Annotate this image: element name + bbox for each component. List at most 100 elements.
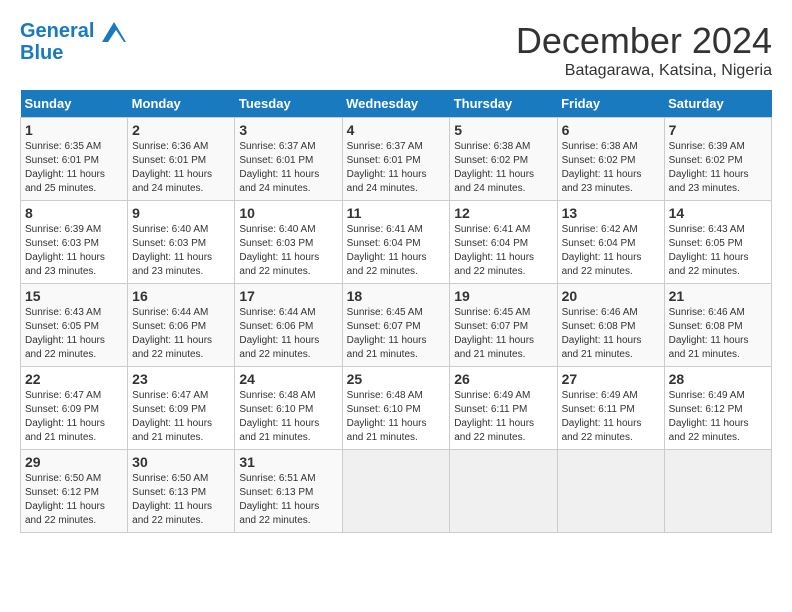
day-info: Sunrise: 6:35 AM Sunset: 6:01 PM Dayligh…: [25, 140, 123, 196]
day-number: 2: [132, 122, 230, 138]
calendar-day-29: 29Sunrise: 6:50 AM Sunset: 6:12 PM Dayli…: [21, 450, 128, 533]
day-info: Sunrise: 6:48 AM Sunset: 6:10 PM Dayligh…: [347, 389, 446, 445]
day-info: Sunrise: 6:46 AM Sunset: 6:08 PM Dayligh…: [562, 306, 660, 362]
day-info: Sunrise: 6:43 AM Sunset: 6:05 PM Dayligh…: [669, 223, 767, 279]
day-number: 6: [562, 122, 660, 138]
day-info: Sunrise: 6:50 AM Sunset: 6:13 PM Dayligh…: [132, 472, 230, 528]
day-number: 19: [454, 288, 552, 304]
day-info: Sunrise: 6:40 AM Sunset: 6:03 PM Dayligh…: [132, 223, 230, 279]
calendar-day-4: 4Sunrise: 6:37 AM Sunset: 6:01 PM Daylig…: [342, 118, 450, 201]
calendar-day-21: 21 Sunrise: 6:46 AM Sunset: 6:08 PM Dayli…: [664, 284, 771, 367]
calendar-day-26: 26 Sunrise: 6:49 AM Sunset: 6:11 PM Dayli…: [450, 367, 557, 450]
day-number: 31: [239, 454, 337, 470]
day-number: 27: [562, 371, 660, 387]
day-number: 30: [132, 454, 230, 470]
day-number: 29: [25, 454, 123, 470]
day-number: 5: [454, 122, 552, 138]
day-number: 22: [25, 371, 123, 387]
calendar-week-2: 8Sunrise: 6:39 AM Sunset: 6:03 PM Daylig…: [21, 201, 772, 284]
month-title: December 2024: [516, 20, 772, 62]
day-info: Sunrise: 6:36 AM Sunset: 6:01 PM Dayligh…: [132, 140, 230, 196]
day-number: 23: [132, 371, 230, 387]
day-number: 12: [454, 205, 552, 221]
calendar-day-14: 14 Sunrise: 6:43 AM Sunset: 6:05 PM Dayli…: [664, 201, 771, 284]
weekday-header-row: SundayMondayTuesdayWednesdayThursdayFrid…: [21, 90, 772, 118]
logo: General Blue: [20, 20, 126, 64]
weekday-header-sunday: Sunday: [21, 90, 128, 118]
day-number: 21: [669, 288, 767, 304]
weekday-header-saturday: Saturday: [664, 90, 771, 118]
day-info: Sunrise: 6:39 AM Sunset: 6:03 PM Dayligh…: [25, 223, 123, 279]
calendar-day-3: 3 Sunrise: 6:37 AM Sunset: 6:01 PM Daylig…: [235, 118, 342, 201]
calendar-week-3: 15Sunrise: 6:43 AM Sunset: 6:05 PM Dayli…: [21, 284, 772, 367]
weekday-header-wednesday: Wednesday: [342, 90, 450, 118]
day-info: Sunrise: 6:41 AM Sunset: 6:04 PM Dayligh…: [454, 223, 552, 279]
calendar-day-16: 16 Sunrise: 6:44 AM Sunset: 6:06 PM Dayli…: [128, 284, 235, 367]
day-number: 11: [347, 205, 446, 221]
day-info: Sunrise: 6:46 AM Sunset: 6:08 PM Dayligh…: [669, 306, 767, 362]
day-info: Sunrise: 6:38 AM Sunset: 6:02 PM Dayligh…: [454, 140, 552, 196]
day-info: Sunrise: 6:40 AM Sunset: 6:03 PM Dayligh…: [239, 223, 337, 279]
day-info: Sunrise: 6:38 AM Sunset: 6:02 PM Dayligh…: [562, 140, 660, 196]
empty-cell: [557, 450, 664, 533]
weekday-header-thursday: Thursday: [450, 90, 557, 118]
calendar-day-5: 5 Sunrise: 6:38 AM Sunset: 6:02 PM Daylig…: [450, 118, 557, 201]
calendar-week-1: 1 Sunrise: 6:35 AM Sunset: 6:01 PM Daylig…: [21, 118, 772, 201]
day-info: Sunrise: 6:47 AM Sunset: 6:09 PM Dayligh…: [132, 389, 230, 445]
page-header: General Blue December 2024 Batagarawa, K…: [20, 20, 772, 80]
day-info: Sunrise: 6:48 AM Sunset: 6:10 PM Dayligh…: [239, 389, 337, 445]
calendar-day-28: 28 Sunrise: 6:49 AM Sunset: 6:12 PM Dayli…: [664, 367, 771, 450]
calendar-day-9: 9Sunrise: 6:40 AM Sunset: 6:03 PM Daylig…: [128, 201, 235, 284]
logo-icon: [102, 22, 126, 42]
day-number: 26: [454, 371, 552, 387]
calendar-day-23: 23 Sunrise: 6:47 AM Sunset: 6:09 PM Dayli…: [128, 367, 235, 450]
day-info: Sunrise: 6:45 AM Sunset: 6:07 PM Dayligh…: [454, 306, 552, 362]
day-info: Sunrise: 6:41 AM Sunset: 6:04 PM Dayligh…: [347, 223, 446, 279]
calendar-day-15: 15Sunrise: 6:43 AM Sunset: 6:05 PM Dayli…: [21, 284, 128, 367]
day-info: Sunrise: 6:39 AM Sunset: 6:02 PM Dayligh…: [669, 140, 767, 196]
logo-blue: Blue: [20, 42, 126, 64]
calendar-day-30: 30 Sunrise: 6:50 AM Sunset: 6:13 PM Dayli…: [128, 450, 235, 533]
calendar-day-25: 25 Sunrise: 6:48 AM Sunset: 6:10 PM Dayli…: [342, 367, 450, 450]
day-number: 3: [239, 122, 337, 138]
weekday-header-friday: Friday: [557, 90, 664, 118]
weekday-header-monday: Monday: [128, 90, 235, 118]
day-info: Sunrise: 6:44 AM Sunset: 6:06 PM Dayligh…: [239, 306, 337, 362]
title-block: December 2024 Batagarawa, Katsina, Niger…: [516, 20, 772, 80]
day-number: 10: [239, 205, 337, 221]
day-number: 18: [347, 288, 446, 304]
day-number: 25: [347, 371, 446, 387]
calendar-week-5: 29Sunrise: 6:50 AM Sunset: 6:12 PM Dayli…: [21, 450, 772, 533]
empty-cell: [342, 450, 450, 533]
day-number: 17: [239, 288, 337, 304]
calendar-day-24: 24 Sunrise: 6:48 AM Sunset: 6:10 PM Dayli…: [235, 367, 342, 450]
day-number: 24: [239, 371, 337, 387]
day-number: 1: [25, 122, 123, 138]
calendar-day-19: 19 Sunrise: 6:45 AM Sunset: 6:07 PM Dayli…: [450, 284, 557, 367]
calendar-day-7: 7 Sunrise: 6:39 AM Sunset: 6:02 PM Daylig…: [664, 118, 771, 201]
calendar-day-1: 1 Sunrise: 6:35 AM Sunset: 6:01 PM Daylig…: [21, 118, 128, 201]
empty-cell: [664, 450, 771, 533]
calendar-day-17: 17 Sunrise: 6:44 AM Sunset: 6:06 PM Dayli…: [235, 284, 342, 367]
calendar-day-6: 6 Sunrise: 6:38 AM Sunset: 6:02 PM Daylig…: [557, 118, 664, 201]
day-info: Sunrise: 6:49 AM Sunset: 6:12 PM Dayligh…: [669, 389, 767, 445]
day-info: Sunrise: 6:42 AM Sunset: 6:04 PM Dayligh…: [562, 223, 660, 279]
day-number: 16: [132, 288, 230, 304]
calendar-day-11: 11 Sunrise: 6:41 AM Sunset: 6:04 PM Dayli…: [342, 201, 450, 284]
day-info: Sunrise: 6:43 AM Sunset: 6:05 PM Dayligh…: [25, 306, 123, 362]
calendar-table: SundayMondayTuesdayWednesdayThursdayFrid…: [20, 90, 772, 533]
day-info: Sunrise: 6:44 AM Sunset: 6:06 PM Dayligh…: [132, 306, 230, 362]
logo-general: General: [20, 20, 94, 42]
location-subtitle: Batagarawa, Katsina, Nigeria: [516, 62, 772, 80]
day-number: 20: [562, 288, 660, 304]
day-info: Sunrise: 6:47 AM Sunset: 6:09 PM Dayligh…: [25, 389, 123, 445]
calendar-week-4: 22 Sunrise: 6:47 AM Sunset: 6:09 PM Dayli…: [21, 367, 772, 450]
calendar-day-8: 8Sunrise: 6:39 AM Sunset: 6:03 PM Daylig…: [21, 201, 128, 284]
day-info: Sunrise: 6:49 AM Sunset: 6:11 PM Dayligh…: [454, 389, 552, 445]
day-number: 28: [669, 371, 767, 387]
day-number: 7: [669, 122, 767, 138]
day-info: Sunrise: 6:37 AM Sunset: 6:01 PM Dayligh…: [239, 140, 337, 196]
day-info: Sunrise: 6:37 AM Sunset: 6:01 PM Dayligh…: [347, 140, 446, 196]
day-info: Sunrise: 6:49 AM Sunset: 6:11 PM Dayligh…: [562, 389, 660, 445]
day-number: 14: [669, 205, 767, 221]
